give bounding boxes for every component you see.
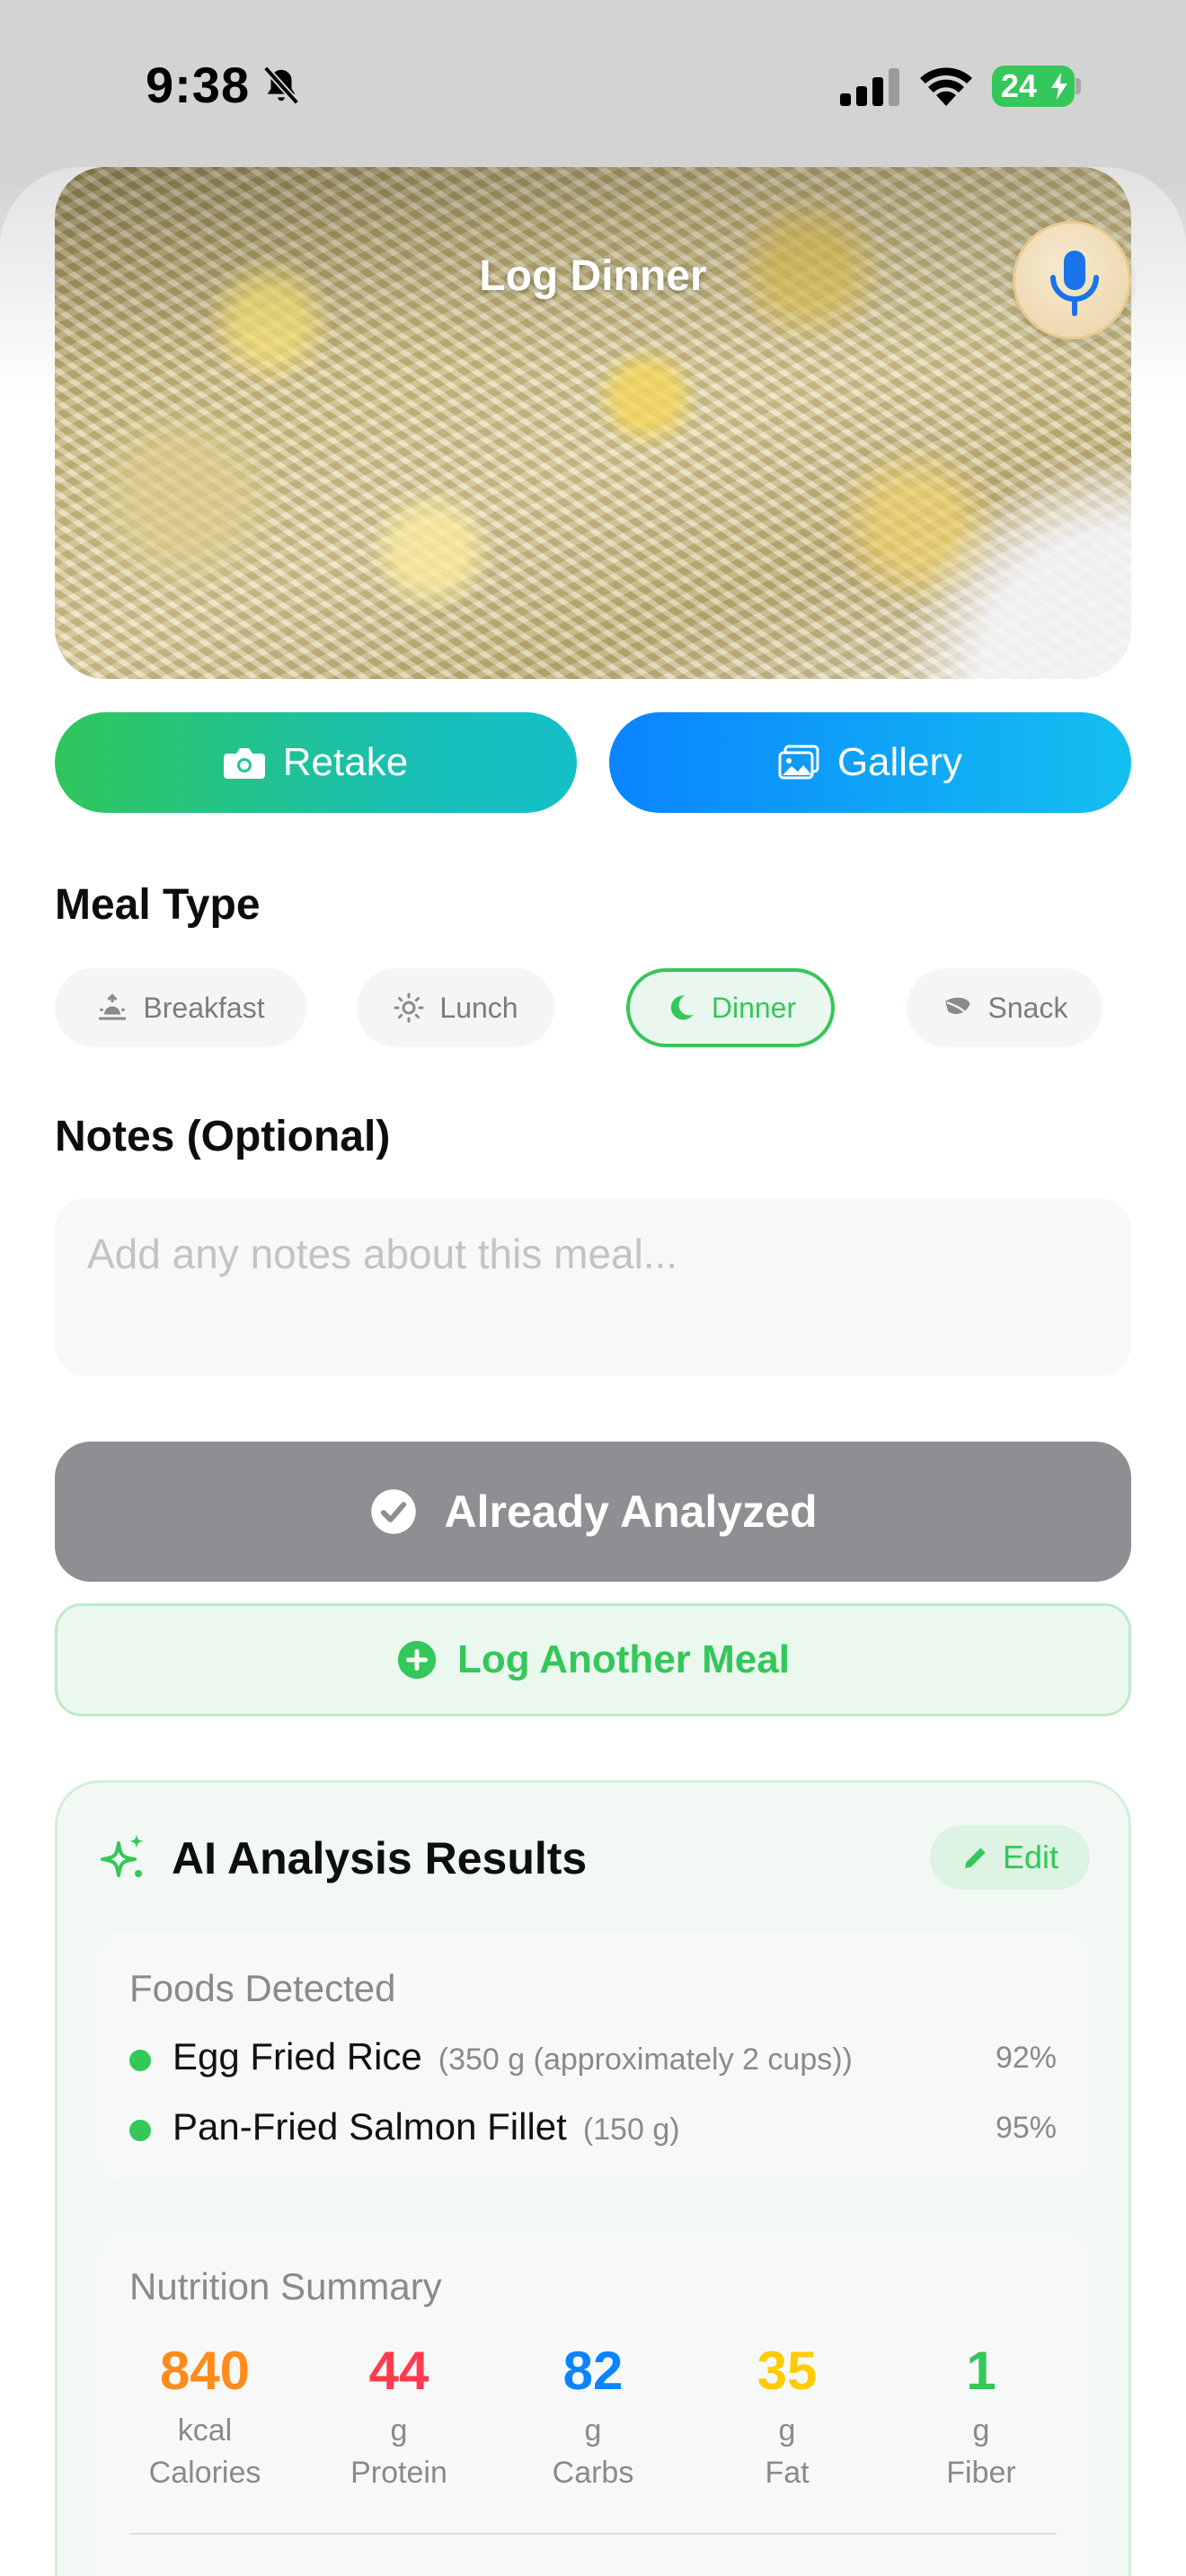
nutrition-label: Calories bbox=[148, 2456, 261, 2490]
food-bullet bbox=[129, 2120, 151, 2141]
food-name: Egg Fried Rice bbox=[173, 2035, 422, 2078]
battery-indicator: 24 bbox=[992, 66, 1075, 107]
food-item: Egg Fried Rice (350 g (approximately 2 cu… bbox=[129, 2032, 1057, 2086]
food-bullet bbox=[129, 2050, 151, 2071]
meal-type-label: Snack bbox=[987, 991, 1068, 1024]
wifi-icon bbox=[920, 67, 972, 106]
meal-type-lunch[interactable]: Lunch bbox=[357, 968, 554, 1047]
meal-type-label: Lunch bbox=[439, 991, 518, 1024]
nutrition-value: 35 bbox=[757, 2341, 818, 2401]
meal-type-label: Dinner bbox=[711, 991, 797, 1024]
food-name: Pan-Fried Salmon Fillet bbox=[173, 2105, 567, 2148]
gallery-button[interactable]: Gallery bbox=[609, 712, 1131, 813]
nutrition-unit: kcal bbox=[177, 2413, 233, 2448]
meal-type-label: Breakfast bbox=[143, 991, 265, 1024]
nutrition-label: Carbs bbox=[552, 2456, 634, 2490]
gallery-label: Gallery bbox=[836, 740, 963, 784]
nutrition-value: 82 bbox=[562, 2341, 624, 2401]
food-quantity: (150 g) bbox=[582, 2113, 680, 2147]
nutrition-fiber: 1 g Fiber bbox=[896, 2340, 1067, 2491]
notes-heading: Notes (Optional) bbox=[55, 1113, 391, 1160]
nutrition-value: 1 bbox=[966, 2341, 996, 2401]
edit-results-button[interactable]: Edit bbox=[930, 1825, 1090, 1890]
retake-label: Retake bbox=[282, 740, 409, 784]
charging-bolt-icon bbox=[1051, 73, 1067, 100]
meal-type-heading: Meal Type bbox=[55, 881, 261, 929]
nutrition-divider bbox=[129, 2533, 1057, 2535]
nutrition-carbs: 82 g Carbs bbox=[508, 2340, 678, 2491]
nutrition-unit: g bbox=[778, 2413, 796, 2448]
food-confidence: 92% bbox=[995, 2041, 1057, 2075]
nutrition-summary-heading: Nutrition Summary bbox=[129, 2265, 442, 2307]
battery-nub bbox=[1075, 78, 1081, 94]
food-quantity: (350 g (approximately 2 cups)) bbox=[438, 2042, 853, 2077]
edit-label: Edit bbox=[1002, 1839, 1059, 1875]
ai-results-title: AI Analysis Results bbox=[172, 1833, 588, 1883]
status-time: 9:38 bbox=[146, 57, 251, 113]
foods-detected-heading: Foods Detected bbox=[129, 1967, 396, 2009]
leaf-icon bbox=[945, 997, 970, 1014]
meal-type-snack[interactable]: Snack bbox=[907, 968, 1102, 1047]
meal-photo bbox=[55, 167, 1131, 679]
nutrition-value: 44 bbox=[368, 2341, 429, 2401]
nutrition-protein: 44 g Protein bbox=[314, 2340, 484, 2491]
plus-circle-icon bbox=[397, 1640, 437, 1680]
nutrition-label: Protein bbox=[350, 2456, 447, 2490]
meal-type-breakfast[interactable]: Breakfast bbox=[55, 968, 306, 1047]
notes-input[interactable] bbox=[87, 1227, 1093, 1281]
log-another-meal-button[interactable]: Log Another Meal bbox=[55, 1603, 1131, 1716]
nutrition-label: Fat bbox=[765, 2456, 810, 2490]
sunrise-icon bbox=[99, 993, 127, 1020]
nutrition-unit: g bbox=[584, 2413, 602, 2448]
nutrition-label: Fiber bbox=[946, 2456, 1016, 2490]
food-item: Pan-Fried Salmon Fillet (150 g) 95% bbox=[129, 2102, 1057, 2156]
sparkles-icon bbox=[101, 1834, 144, 1877]
pencil-icon bbox=[964, 1848, 986, 1868]
status-bar: 9:38 24 bbox=[0, 0, 1186, 171]
moon-icon bbox=[670, 995, 694, 1020]
nutrition-fat: 35 g Fat bbox=[702, 2340, 872, 2491]
log-another-meal-label: Log Another Meal bbox=[457, 1637, 790, 1681]
retake-button[interactable]: Retake bbox=[55, 712, 577, 813]
notes-field[interactable] bbox=[55, 1198, 1131, 1376]
sun-icon bbox=[394, 992, 424, 1023]
photo-gallery-icon bbox=[778, 745, 819, 780]
microphone-icon bbox=[1050, 251, 1099, 316]
cellular-signal-icon bbox=[840, 68, 899, 106]
nutrition-calories: 840 kcal Calories bbox=[119, 2340, 290, 2491]
checkmark-circle-icon bbox=[370, 1489, 416, 1534]
camera-icon bbox=[223, 748, 265, 779]
bell-slash-icon bbox=[262, 66, 300, 105]
already-analyzed-button[interactable]: Already Analyzed bbox=[55, 1442, 1131, 1582]
page-title: Log Dinner bbox=[479, 252, 707, 300]
voice-input-button[interactable] bbox=[1013, 221, 1131, 340]
nutrition-unit: g bbox=[390, 2413, 408, 2448]
nutrition-value: 840 bbox=[159, 2341, 251, 2401]
nutrition-unit: g bbox=[972, 2413, 990, 2448]
battery-level: 24 bbox=[1001, 67, 1038, 104]
food-confidence: 95% bbox=[995, 2111, 1057, 2145]
meal-type-dinner[interactable]: Dinner bbox=[626, 968, 835, 1047]
already-analyzed-label: Already Analyzed bbox=[444, 1486, 818, 1537]
